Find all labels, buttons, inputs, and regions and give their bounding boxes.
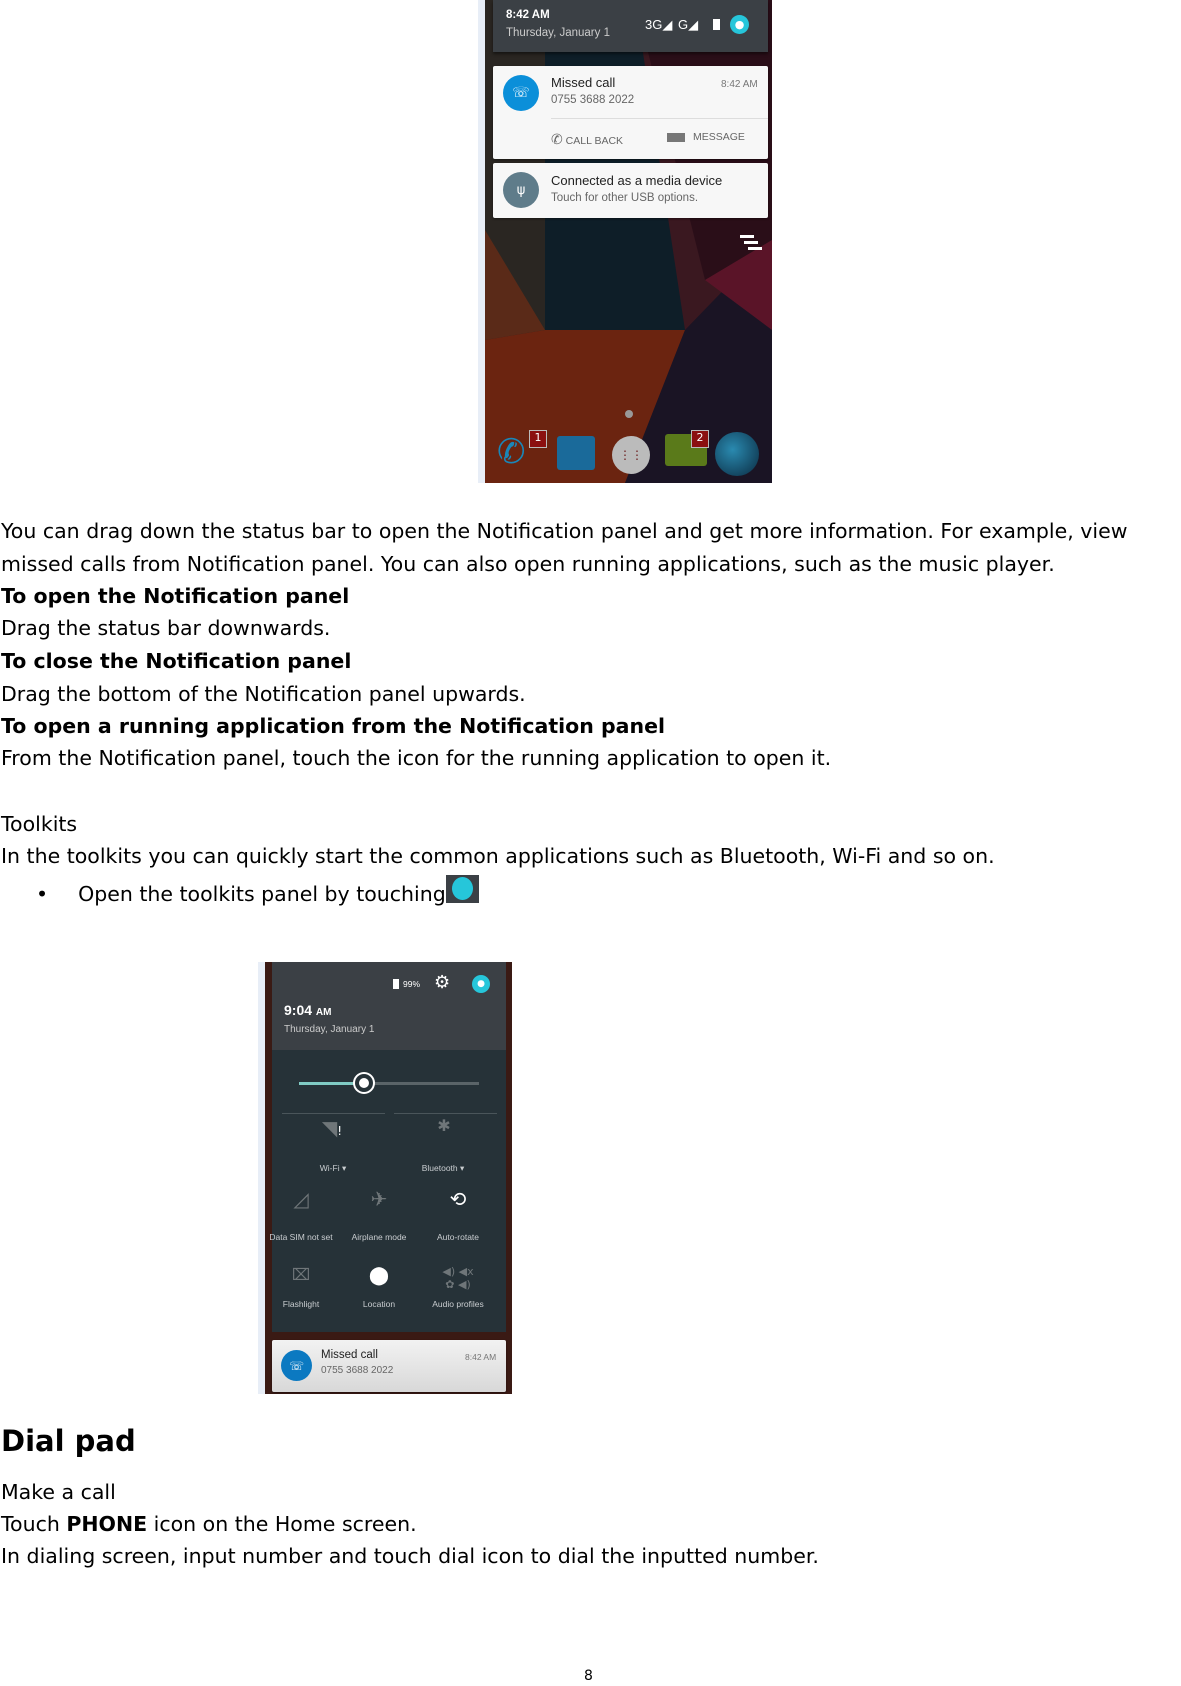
- audio-profiles-icon[interactable]: ◀) ◀x ✿ ◀): [418, 1265, 498, 1291]
- notification-time: 8:42 AM: [465, 1352, 497, 1362]
- message-button[interactable]: MESSAGE: [667, 131, 745, 143]
- heading-open-panel: To open the Notification panel: [1, 584, 350, 608]
- tile-label: Flashlight: [282, 1299, 320, 1309]
- airplane-mode-icon[interactable]: ✈: [339, 1187, 419, 1211]
- brightness-slider[interactable]: [299, 1074, 479, 1092]
- document-page: 8:42 AM Thursday, January 1 3G◢ G◢ ● ☏ M…: [0, 0, 1181, 1686]
- user-profile-icon[interactable]: ●: [730, 15, 749, 34]
- missed-call-icon: ☏: [503, 75, 539, 111]
- text-suffix: icon on the Home screen.: [147, 1512, 417, 1536]
- text-running-app: From the Notification panel, touch the i…: [1, 746, 832, 770]
- bluetooth-label: Bluetooth: [421, 1163, 458, 1173]
- signal-g-icon: G◢: [678, 17, 699, 32]
- touch-phone-text: Touch PHONE icon on the Home screen.: [1, 1508, 417, 1541]
- heading-running-app: To open a running application from the N…: [1, 714, 665, 738]
- message-icon: [667, 132, 685, 142]
- user-profile-icon: [445, 875, 479, 903]
- messaging-badge: 2: [691, 430, 709, 448]
- missed-call-icon: ☏: [281, 1350, 312, 1381]
- toolkits-title: Toolkits: [1, 812, 78, 836]
- bluetooth-tile-label[interactable]: Bluetooth ▾: [403, 1163, 483, 1174]
- wifi-icon[interactable]: ◥!: [292, 1116, 372, 1140]
- text-open-panel: Drag the status bar downwards.: [1, 616, 331, 640]
- notification-subtitle: 0755 3688 2022: [321, 1365, 394, 1376]
- notification-panel-screenshot: 8:42 AM Thursday, January 1 3G◢ G◢ ● ☏ M…: [485, 0, 772, 483]
- tile-label: Audio profiles: [432, 1299, 484, 1309]
- user-profile-icon[interactable]: ●: [472, 975, 490, 993]
- dock-app-drawer-icon[interactable]: ⋮⋮: [612, 436, 650, 474]
- qs-date: Thursday, January 1: [284, 1024, 375, 1035]
- notification-subtitle: 0755 3688 2022: [551, 94, 635, 106]
- notification-subtitle: Touch for other USB options.: [551, 192, 699, 204]
- battery-icon: [713, 19, 720, 30]
- location-icon[interactable]: ⬤: [339, 1265, 419, 1286]
- intro-line-1: You can drag down the status bar to open…: [1, 519, 1128, 543]
- signal-g-label: G: [678, 17, 689, 32]
- call-back-label: CALL BACK: [565, 135, 624, 147]
- flashlight-icon[interactable]: ⌧: [265, 1265, 341, 1284]
- text-close-panel: Drag the bottom of the Notification pane…: [1, 682, 526, 706]
- tile-label: Location: [362, 1299, 396, 1309]
- brightness-knob[interactable]: [354, 1074, 373, 1092]
- dialing-text: In dialing screen, input number and touc…: [1, 1544, 819, 1568]
- wifi-divider: [282, 1113, 385, 1114]
- message-label: MESSAGE: [693, 131, 745, 143]
- settings-gear-icon[interactable]: ⚙: [434, 972, 450, 993]
- usb-icon: ψ: [503, 172, 539, 208]
- status-header: [493, 0, 768, 52]
- signal-3g-label: 3G: [645, 17, 663, 32]
- status-time: 8:42 AM: [506, 9, 550, 21]
- notification-title: Connected as a media device: [551, 173, 723, 188]
- toolkits-text: In the toolkits you can quickly start th…: [1, 844, 995, 868]
- bullet-item: • Open the toolkits panel by touching: [36, 875, 479, 911]
- dock-phone-icon[interactable]: ✆: [497, 432, 526, 472]
- qs-time-value: 9:04: [284, 1002, 313, 1018]
- battery-icon: [393, 979, 399, 989]
- wifi-tile-label[interactable]: Wi-Fi ▾: [293, 1163, 373, 1174]
- status-date: Thursday, January 1: [506, 27, 610, 39]
- dock-contacts-icon[interactable]: [557, 436, 595, 470]
- bluetooth-divider: [394, 1113, 497, 1114]
- page-indicator-dot: [625, 410, 633, 418]
- qs-time-ampm: AM: [315, 1007, 332, 1018]
- phone-badge: 1: [529, 430, 547, 448]
- data-sim-icon[interactable]: ◿: [265, 1187, 341, 1211]
- make-call-title: Make a call: [1, 1480, 116, 1504]
- page-number: 8: [584, 1668, 593, 1684]
- qs-time: 9:04 AM: [284, 1002, 331, 1018]
- clear-all-icon[interactable]: [740, 235, 762, 251]
- bullet-text: Open the toolkits panel by touching: [78, 882, 446, 906]
- text-prefix: Touch: [1, 1512, 67, 1536]
- notification-title: Missed call: [551, 75, 616, 90]
- dock-browser-icon[interactable]: [715, 432, 759, 476]
- heading-close-panel: To close the Notification panel: [1, 649, 352, 673]
- bluetooth-off-icon[interactable]: ✱: [404, 1116, 484, 1135]
- notification-time: 8:42 AM: [721, 79, 758, 90]
- phone-icon: ✆: [551, 131, 563, 147]
- notification-title: Missed call: [321, 1349, 378, 1361]
- tile-label: Auto-rotate: [436, 1232, 480, 1242]
- dialpad-heading: Dial pad: [1, 1424, 136, 1458]
- text-bold: PHONE: [66, 1512, 148, 1536]
- signal-3g-icon: 3G◢: [645, 17, 673, 32]
- auto-rotate-icon[interactable]: ⟲: [418, 1187, 498, 1211]
- bullet-dot: •: [36, 882, 49, 906]
- intro-line-2: missed calls from Notification panel. Yo…: [1, 552, 1055, 576]
- wifi-label: Wi-Fi: [319, 1163, 340, 1173]
- tile-label: Data SIM not set: [269, 1232, 333, 1242]
- call-back-button[interactable]: ✆ CALL BACK: [551, 131, 623, 148]
- battery-percent: 99%: [403, 979, 421, 989]
- divider: [551, 118, 768, 119]
- tile-label: Airplane mode: [351, 1232, 407, 1242]
- quick-settings-screenshot: 99% ⚙ ● 9:04 AM Thursday, January 1 ◥! ✱…: [265, 962, 512, 1394]
